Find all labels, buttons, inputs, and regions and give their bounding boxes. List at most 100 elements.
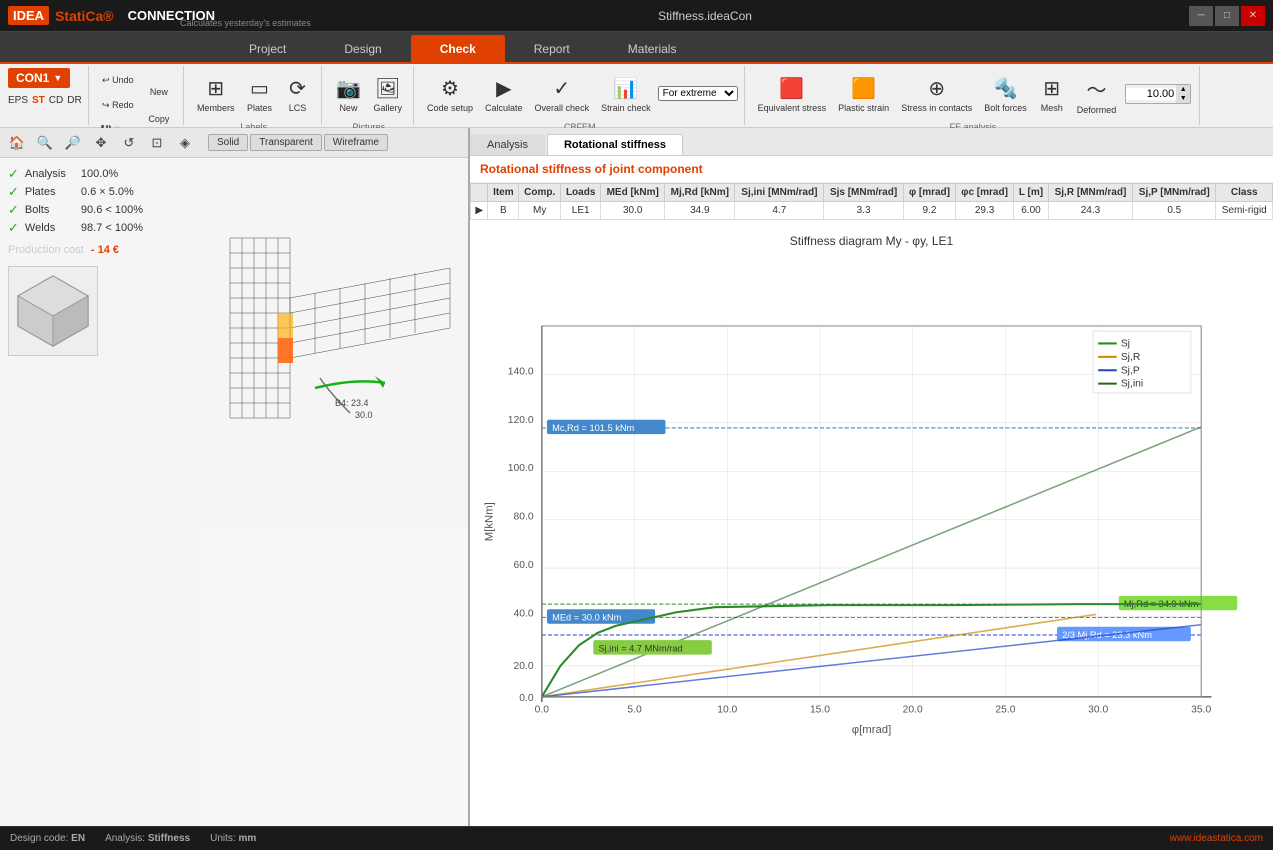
logo-area: IDEA StatiCa® CONNECTION Calculates yest… <box>8 6 221 25</box>
code-setup-button[interactable]: ⚙ Code setup <box>422 68 478 120</box>
left-panel: 🏠 🔍 🔎 ✥ ↺ ⊡ ◈ Solid Transparent Wirefram… <box>0 128 470 826</box>
svg-text:35.0: 35.0 <box>1191 704 1211 715</box>
svg-text:30.0: 30.0 <box>1088 704 1108 715</box>
eps-tab-dr[interactable]: DR <box>67 95 81 106</box>
svg-text:20.0: 20.0 <box>903 704 923 715</box>
svg-text:0.0: 0.0 <box>519 693 534 704</box>
close-button[interactable]: ✕ <box>1241 6 1265 26</box>
eps-tab-st[interactable]: ST <box>32 95 45 106</box>
fit-button[interactable]: ⊡ <box>144 131 170 155</box>
lcs-button[interactable]: ⟳ LCS <box>279 68 315 120</box>
fe-down-button[interactable]: ▼ <box>1176 94 1190 103</box>
tab-check[interactable]: Check <box>411 35 505 62</box>
tab-report[interactable]: Report <box>505 35 599 62</box>
cell-mjrd: 34.9 <box>665 202 735 220</box>
table-row[interactable]: ▶ B My LE1 30.0 34.9 4.7 3.3 9.2 29.3 6.… <box>471 202 1273 220</box>
svg-text:25.0: 25.0 <box>995 704 1015 715</box>
tab-materials[interactable]: Materials <box>599 35 706 62</box>
col-phi: φ [mrad] <box>903 184 955 202</box>
design-code-label: Design code: EN <box>10 833 85 844</box>
cell-sjini: 4.7 <box>735 202 824 220</box>
chart-title: Stiffness diagram My - φy, LE1 <box>480 234 1263 248</box>
mesh-button[interactable]: ⊞ Mesh <box>1034 68 1070 120</box>
results-table-container: Item Comp. Loads MEd [kNm] Mj,Rd [kNm] S… <box>470 183 1273 224</box>
search-view-button[interactable]: 🔍 <box>32 131 58 155</box>
strain-check-button[interactable]: 📊 Strain check <box>596 68 656 120</box>
members-button[interactable]: ⊞ Members <box>192 68 240 120</box>
new-button-2[interactable]: 📷 New <box>330 68 366 120</box>
cell-sjr: 24.3 <box>1048 202 1132 220</box>
eps-tab-eps[interactable]: EPS <box>8 95 28 106</box>
redo-button[interactable]: ↪ Redo <box>97 93 139 117</box>
production-cost-label: Production cost <box>8 244 84 256</box>
welds-check-value: 98.7 < 100% <box>81 222 143 234</box>
svg-text:15.0: 15.0 <box>810 704 830 715</box>
con-dropdown[interactable]: CON1 ▼ <box>8 68 70 88</box>
tab-rotational-stiffness[interactable]: Rotational stiffness <box>547 134 683 155</box>
transparent-mode-button[interactable]: Transparent <box>250 134 322 151</box>
svg-text:Mc,Rd = 101.5 kNm: Mc,Rd = 101.5 kNm <box>552 423 634 433</box>
stress-contacts-button[interactable]: ⊕ Stress in contacts <box>896 68 977 120</box>
eps-tab-cd[interactable]: CD <box>49 95 63 106</box>
fe-up-button[interactable]: ▲ <box>1176 85 1190 94</box>
cell-sjp: 0.5 <box>1133 202 1216 220</box>
tab-design[interactable]: Design <box>315 35 410 62</box>
bolt-forces-button[interactable]: 🔩 Bolt forces <box>979 68 1032 120</box>
toolbar-cbfem-group: ⚙ Code setup ▶ Calculate ✓ Overall check… <box>416 66 745 125</box>
col-sjs: Sjs [MNm/rad] <box>824 184 904 202</box>
status-left: Design code: EN Analysis: Stiffness Unit… <box>10 833 256 844</box>
tab-project[interactable]: Project <box>220 35 315 62</box>
deformed-button[interactable]: 〜 Deformed <box>1072 68 1122 120</box>
fe-value-input[interactable] <box>1126 88 1176 100</box>
analysis-tabs: Analysis Rotational stiffness <box>470 128 1273 156</box>
svg-text:Sj,P: Sj,P <box>1121 365 1140 376</box>
minimize-button[interactable]: ─ <box>1189 6 1213 26</box>
plastic-strain-button[interactable]: 🟧 Plastic strain <box>833 68 894 120</box>
3d-viewport[interactable]: [%] 1.800 1.60 1.40 1.20 1.00 0.80 0.60 … <box>200 158 468 826</box>
toolbar: CON1 ▼ EPS ST CD DR ↩ Undo ↪ Redo 💾 Save <box>0 64 1273 128</box>
3d-preview <box>8 266 98 356</box>
col-expand <box>471 184 488 202</box>
plates-button[interactable]: ▭ Plates <box>241 68 277 120</box>
maximize-button[interactable]: □ <box>1215 6 1239 26</box>
welds-check-icon: ✓ <box>8 220 19 236</box>
gallery-button[interactable]: 🖼 Gallery <box>368 68 407 120</box>
results-header: Rotational stiffness of joint component <box>470 156 1273 183</box>
expand-cell[interactable]: ▶ <box>471 202 488 220</box>
plates-check-row: ✓ Plates 0.6 × 5.0% <box>8 184 192 200</box>
new-button-1[interactable]: New <box>141 79 177 105</box>
right-panel: Analysis Rotational stiffness Rotational… <box>470 128 1273 826</box>
rotate-button[interactable]: ↺ <box>116 131 142 155</box>
eps-tabs: EPS ST CD DR <box>8 95 82 106</box>
wireframe-mode-button[interactable]: Wireframe <box>324 134 388 151</box>
calculate-button[interactable]: ▶ Calculate <box>480 68 528 120</box>
welds-check-row: ✓ Welds 98.7 < 100% <box>8 220 192 236</box>
svg-text:Sj,R: Sj,R <box>1121 352 1140 363</box>
home-view-button[interactable]: 🏠 <box>4 131 30 155</box>
design-code-value: EN <box>71 833 85 844</box>
toolbar-labels-group: ⊞ Members ▭ Plates ⟳ LCS Labels <box>186 66 323 125</box>
col-med: MEd [kNm] <box>601 184 665 202</box>
cell-class: Semi-rigid <box>1216 202 1273 220</box>
window-controls[interactable]: ─ □ ✕ <box>1189 6 1265 26</box>
undo-button[interactable]: ↩ Undo <box>97 68 139 92</box>
overall-check-button[interactable]: ✓ Overall check <box>530 68 595 120</box>
svg-text:20.0: 20.0 <box>514 661 534 672</box>
analysis-check-value: 100.0% <box>81 168 118 180</box>
svg-text:φ[mrad]: φ[mrad] <box>852 724 891 736</box>
website-link[interactable]: www.ideastatica.com <box>1170 833 1263 844</box>
solid-mode-button[interactable]: Solid <box>208 134 248 151</box>
fe-spinbox[interactable]: ▲ ▼ <box>1125 84 1191 104</box>
zoom-button[interactable]: 🔎 <box>60 131 86 155</box>
svg-text:Sj,ini = 4.7 MNm/rad: Sj,ini = 4.7 MNm/rad <box>598 644 682 654</box>
tab-analysis[interactable]: Analysis <box>470 134 545 155</box>
cell-sjs: 3.3 <box>824 202 904 220</box>
production-cost-area: Production cost - 14 € <box>8 244 192 256</box>
cell-comp: My <box>519 202 561 220</box>
plates-check-value: 0.6 × 5.0% <box>81 186 134 198</box>
bolts-check-value: 90.6 < 100% <box>81 204 143 216</box>
pan-button[interactable]: ✥ <box>88 131 114 155</box>
equivalent-stress-button[interactable]: 🟥 Equivalent stress <box>753 68 832 120</box>
for-extreme-select[interactable]: For extreme LE1 <box>658 86 738 101</box>
clip-button[interactable]: ◈ <box>172 131 198 155</box>
